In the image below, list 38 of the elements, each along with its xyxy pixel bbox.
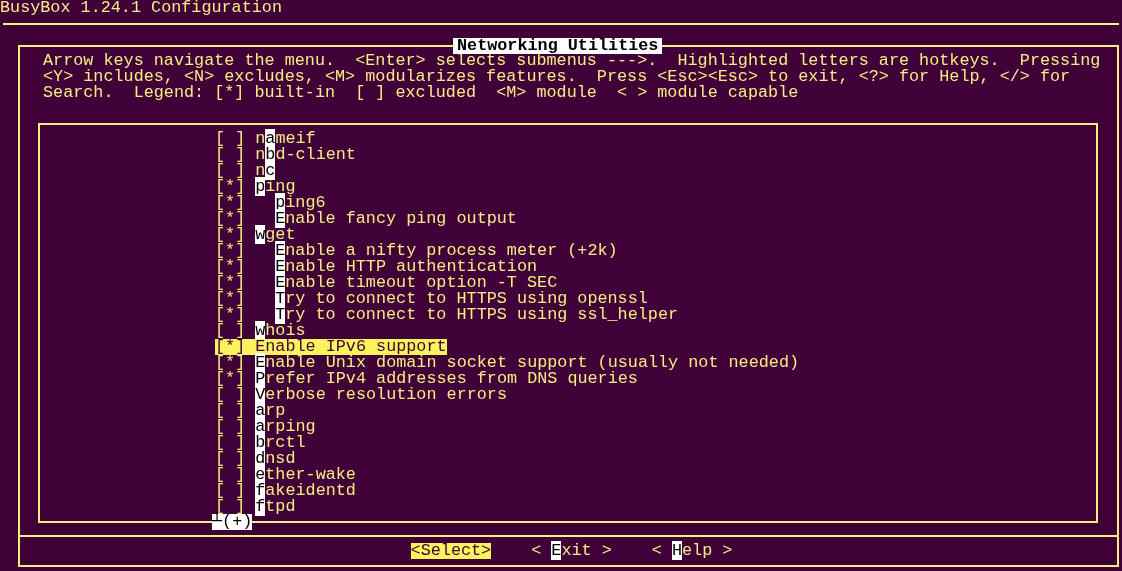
checkbox[interactable]: [*] bbox=[215, 275, 246, 291]
checkbox[interactable]: [*] bbox=[215, 211, 246, 227]
menu-item[interactable]: [*] Enable fancy ping output bbox=[215, 211, 517, 227]
checkbox[interactable]: [ ] bbox=[215, 419, 246, 435]
checkbox[interactable]: [ ] bbox=[215, 451, 246, 467]
checkbox[interactable]: [*] bbox=[215, 195, 246, 211]
checkbox[interactable]: [ ] bbox=[215, 323, 246, 339]
checkbox[interactable]: [ ] bbox=[215, 131, 246, 147]
checkbox[interactable]: [*] bbox=[215, 259, 246, 275]
checkbox[interactable]: [*] bbox=[215, 339, 246, 355]
checkbox[interactable]: [*] bbox=[215, 307, 246, 323]
menu-item[interactable]: [*] Enable IPv6 support bbox=[215, 339, 447, 355]
menu-button[interactable]: < Exit > bbox=[531, 543, 612, 559]
menu-item[interactable]: [*] Try to connect to HTTPS using ssl_helper bbox=[215, 307, 679, 323]
menu-item[interactable]: [ ] whois bbox=[215, 323, 306, 339]
checkbox[interactable]: [ ] bbox=[215, 467, 246, 483]
checkbox[interactable]: [ ] bbox=[215, 435, 246, 451]
checkbox[interactable]: [ ] bbox=[215, 483, 246, 499]
window-title: BusyBox 1.24.1 Configuration bbox=[0, 0, 282, 16]
checkbox[interactable]: [*] bbox=[215, 355, 246, 371]
checkbox[interactable]: [ ] bbox=[215, 147, 246, 163]
checkbox[interactable]: [ ] bbox=[215, 387, 246, 403]
menu-button[interactable]: < Help > bbox=[651, 543, 733, 559]
checkbox[interactable]: [*] bbox=[215, 243, 246, 259]
menu-item[interactable]: [*] ping bbox=[215, 179, 296, 195]
help-text: <Y> includes, <N> excludes, <M> modularizes features. Press <Esc><Esc> to exit, <?> for Help, </> for bbox=[43, 69, 1071, 85]
checkbox[interactable]: [ ] bbox=[215, 163, 246, 179]
menu-item[interactable]: [ ] nc bbox=[215, 163, 276, 179]
dialog-title: Networking Utilities bbox=[453, 38, 663, 54]
checkbox[interactable]: [ ] bbox=[215, 403, 246, 419]
menu-item[interactable]: [*] wget bbox=[215, 227, 296, 243]
help-text: Arrow keys navigate the menu. <Enter> selects submenus --->. Highlighted letters are hotkeys. Pressing bbox=[43, 53, 1102, 69]
checkbox[interactable]: [*] bbox=[215, 291, 246, 307]
help-text: Search. Legend: [*] built-in [ ] excluded <M> module < > module capable bbox=[43, 85, 799, 101]
menu-button[interactable]: <Select> bbox=[410, 543, 492, 559]
checkbox[interactable]: [*] bbox=[215, 227, 246, 243]
checkbox[interactable]: [*] bbox=[215, 179, 246, 195]
checkbox[interactable]: [*] bbox=[215, 371, 246, 387]
